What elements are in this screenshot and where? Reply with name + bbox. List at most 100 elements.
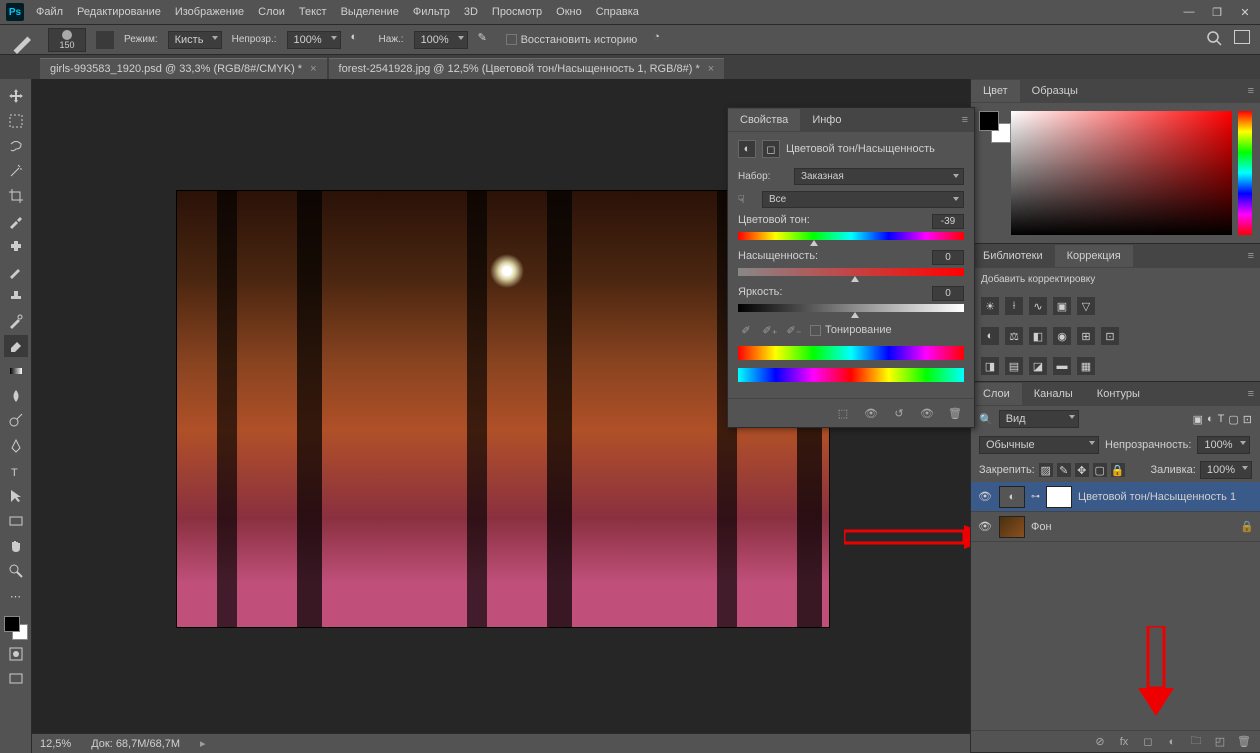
document-tab-2[interactable]: forest-2541928.jpg @ 12,5% (Цветовой тон… (329, 58, 725, 79)
menu-file[interactable]: Файл (36, 6, 63, 18)
wand-tool[interactable] (4, 160, 28, 182)
tool-preset-icon[interactable] (10, 30, 38, 50)
swatches-tab[interactable]: Образцы (1020, 80, 1090, 102)
properties-tab[interactable]: Свойства (728, 109, 800, 131)
flow-dropdown[interactable]: 100% (414, 31, 468, 49)
color-field[interactable] (1011, 111, 1232, 235)
tab-close-icon[interactable]: × (708, 63, 714, 75)
opacity-dropdown[interactable]: 100% (287, 31, 341, 49)
lightness-value[interactable]: 0 (932, 286, 964, 301)
filter-pixel-icon[interactable]: ▣ (1193, 413, 1203, 426)
lock-artboard-icon[interactable]: ▢ (1093, 463, 1107, 477)
layer-fx-icon[interactable]: fx (1116, 734, 1132, 750)
colorize-checkbox[interactable]: Тонирование (810, 324, 892, 336)
zoom-level[interactable]: 12,5% (40, 738, 71, 750)
lock-all-icon[interactable]: 🔒 (1111, 463, 1125, 477)
eyedropper-add-icon[interactable]: ✐₊ (762, 322, 778, 338)
adj-posterize-icon[interactable]: ▤ (1005, 357, 1023, 375)
adj-mixer-icon[interactable]: ⊞ (1077, 327, 1095, 345)
rectangle-tool[interactable] (4, 510, 28, 532)
document-tab-1[interactable]: girls-993583_1920.psd @ 33,3% (RGB/8#/CM… (40, 58, 327, 79)
airbrush-icon[interactable]: ✎ (478, 31, 496, 49)
menu-edit[interactable]: Редактирование (77, 6, 161, 18)
layer-name[interactable]: Цветовой тон/Насыщенность 1 (1078, 491, 1236, 503)
filter-adj-icon[interactable]: ◐ (1207, 413, 1214, 426)
mask-icon[interactable]: ◻ (762, 140, 780, 158)
adj-hue-icon[interactable]: ◐ (981, 327, 999, 345)
panel-menu-icon[interactable]: ≡ (1248, 250, 1260, 262)
quickmask-tool[interactable] (4, 643, 28, 665)
hue-strip[interactable] (1238, 111, 1252, 235)
targeted-adj-icon[interactable]: ☟ (738, 193, 756, 206)
window-close[interactable]: ✕ (1236, 5, 1254, 19)
layer-thumb-img[interactable] (999, 516, 1025, 538)
link-layers-icon[interactable]: ⊘ (1092, 734, 1108, 750)
history-brush-tool[interactable] (4, 310, 28, 332)
gradient-tool[interactable] (4, 360, 28, 382)
info-tab[interactable]: Инфо (800, 109, 853, 131)
tab-close-icon[interactable]: × (310, 63, 316, 75)
mode-dropdown[interactable]: Кисть (168, 31, 222, 49)
window-minimize[interactable]: — (1180, 5, 1198, 19)
new-group-icon[interactable]: 🗀 (1188, 734, 1204, 750)
lightness-slider[interactable] (738, 304, 964, 312)
eyedropper-sub-icon[interactable]: ✐₋ (786, 322, 802, 338)
layers-tab[interactable]: Слои (971, 383, 1022, 405)
delete-layer-icon[interactable]: 🗑 (1236, 734, 1252, 750)
filter-type-icon[interactable]: T (1218, 413, 1225, 426)
brush-preview[interactable]: 150 (48, 28, 86, 52)
adj-threshold-icon[interactable]: ◪ (1029, 357, 1047, 375)
libraries-tab[interactable]: Библиотеки (971, 245, 1055, 267)
layer-name[interactable]: Фон (1031, 521, 1052, 533)
type-tool[interactable]: T (4, 460, 28, 482)
panel-menu-icon[interactable]: ≡ (1248, 85, 1260, 97)
zoom-tool[interactable] (4, 560, 28, 582)
adj-vibrance-icon[interactable]: ▽ (1077, 297, 1095, 315)
channel-dropdown[interactable]: Все (762, 191, 964, 208)
color-tab[interactable]: Цвет (971, 80, 1020, 102)
adj-bw-icon[interactable]: ◧ (1029, 327, 1047, 345)
adj-exposure-icon[interactable]: ▣ (1053, 297, 1071, 315)
layer-opacity-input[interactable]: 100% (1197, 436, 1249, 454)
hue-slider[interactable] (738, 232, 964, 240)
menu-3d[interactable]: 3D (464, 6, 478, 18)
adj-gradientmap-icon[interactable]: ▬ (1053, 357, 1071, 375)
reset-icon[interactable]: ↺ (890, 405, 908, 421)
delete-adj-icon[interactable]: 🗑 (946, 405, 964, 421)
dodge-tool[interactable] (4, 410, 28, 432)
filter-kind-dropdown[interactable]: Вид (999, 410, 1079, 428)
adj-photo-filter-icon[interactable]: ◉ (1053, 327, 1071, 345)
new-layer-icon[interactable]: ◰ (1212, 734, 1228, 750)
eyedropper-icon[interactable]: ✐ (738, 322, 754, 338)
lasso-tool[interactable] (4, 135, 28, 157)
blur-tool[interactable] (4, 385, 28, 407)
adj-lookup-icon[interactable]: ⊡ (1101, 327, 1119, 345)
lock-position-icon[interactable]: ✥ (1075, 463, 1089, 477)
hue-value[interactable]: -39 (932, 214, 964, 229)
lock-transparent-icon[interactable]: ▨ (1039, 463, 1053, 477)
menu-select[interactable]: Выделение (341, 6, 399, 18)
healing-tool[interactable] (4, 235, 28, 257)
pen-tool[interactable] (4, 435, 28, 457)
menu-view[interactable]: Просмотр (492, 6, 542, 18)
panel-menu-icon[interactable]: ≡ (1248, 388, 1260, 400)
color-swatches[interactable] (4, 616, 28, 640)
channels-tab[interactable]: Каналы (1022, 383, 1085, 405)
layer-mask-thumb[interactable] (1046, 486, 1072, 508)
move-tool[interactable] (4, 85, 28, 107)
layer-row-background[interactable]: 👁 Фон 🔒 (971, 512, 1260, 542)
new-adjustment-icon[interactable]: ◐ (1164, 734, 1180, 750)
panel-menu-icon[interactable]: ≡ (962, 114, 974, 126)
hand-tool[interactable] (4, 535, 28, 557)
menu-image[interactable]: Изображение (175, 6, 244, 18)
lock-paint-icon[interactable]: ✎ (1057, 463, 1071, 477)
fill-input[interactable]: 100% (1200, 461, 1252, 479)
menu-help[interactable]: Справка (596, 6, 639, 18)
marquee-tool[interactable] (4, 110, 28, 132)
menu-layer[interactable]: Слои (258, 6, 285, 18)
layer-row-adjustment[interactable]: 👁 ◐ ⊶ Цветовой тон/Насыщенность 1 (971, 482, 1260, 512)
color-fg-bg[interactable] (979, 111, 1005, 137)
adj-levels-icon[interactable]: ⟊ (1005, 297, 1023, 315)
add-mask-icon[interactable]: ◻ (1140, 734, 1156, 750)
preset-dropdown[interactable]: Заказная (794, 168, 964, 185)
